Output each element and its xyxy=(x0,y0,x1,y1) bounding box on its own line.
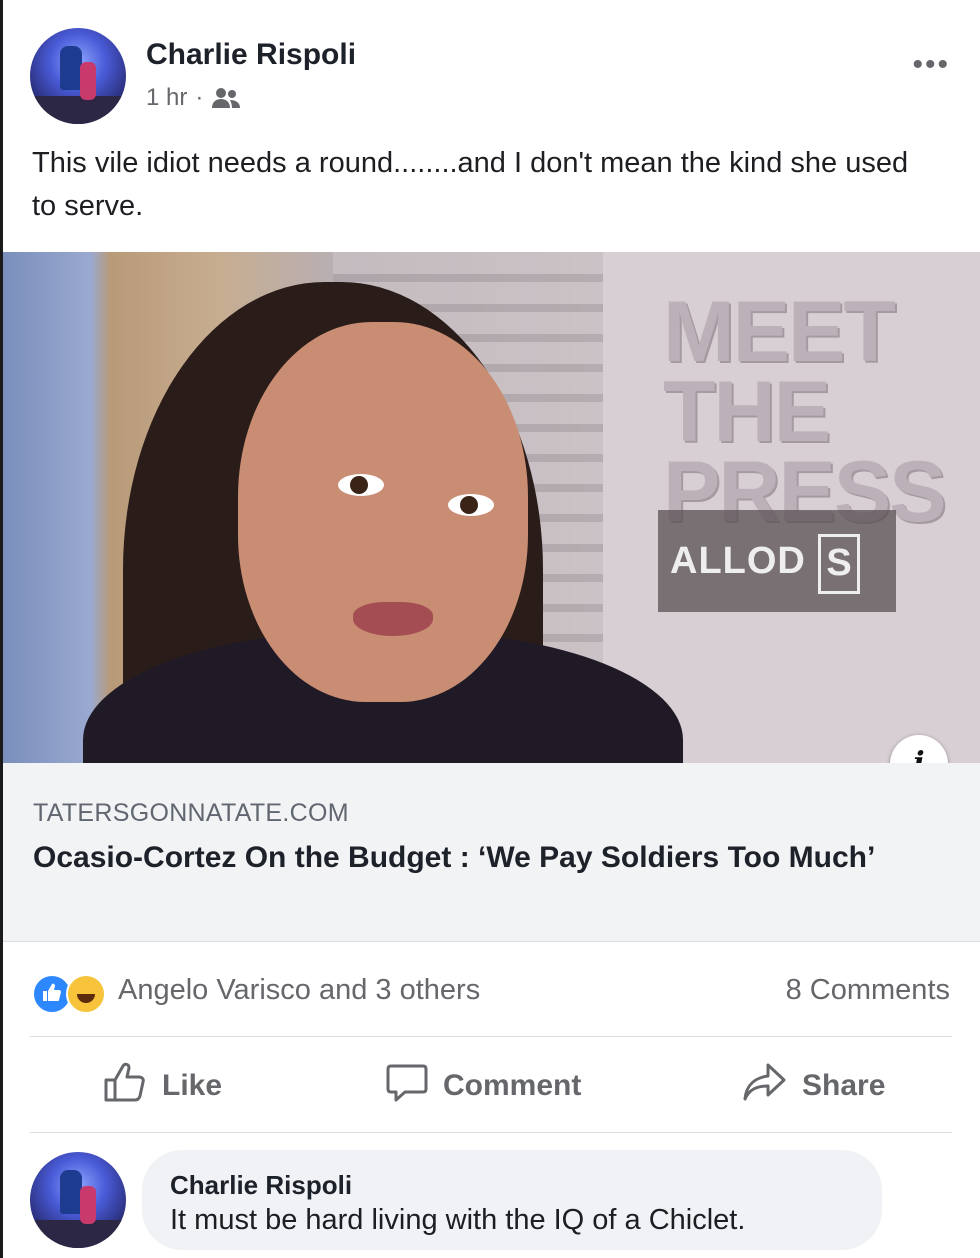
comment-label: Comment xyxy=(443,1069,582,1102)
post-image[interactable]: MEET THE PRESS ALLOD S xyxy=(3,252,980,763)
haha-reaction-icon xyxy=(66,974,106,1014)
share-label: Share xyxy=(802,1069,886,1102)
comment-count[interactable]: 8 Comments xyxy=(786,974,950,1007)
watermark-badge: ALLOD S xyxy=(658,510,896,612)
watermark-text: ALLOD xyxy=(670,540,806,582)
link-domain: TATERSGONNATATE.COM xyxy=(33,799,349,827)
author-avatar[interactable] xyxy=(30,28,126,124)
post-text: This vile idiot needs a round........and… xyxy=(32,147,909,222)
thumbs-up-icon xyxy=(102,1060,148,1112)
studio-backdrop-text: MEET THE PRESS xyxy=(663,284,947,540)
divider xyxy=(30,1132,952,1133)
reaction-names[interactable]: Angelo Varisco and 3 others xyxy=(118,974,480,1007)
comment-author[interactable]: Charlie Rispoli xyxy=(170,1170,352,1201)
post-meta: 1 hr · xyxy=(146,84,241,112)
share-button[interactable]: Share xyxy=(742,1050,885,1122)
share-arrow-icon xyxy=(742,1061,788,1111)
more-options-icon[interactable]: ••• xyxy=(912,48,950,82)
post-time[interactable]: 1 hr xyxy=(146,84,187,112)
comment-button[interactable]: Comment xyxy=(385,1050,581,1122)
like-label: Like xyxy=(162,1069,223,1102)
divider xyxy=(30,1036,952,1037)
comment-text: It must be hard living with the IQ of a … xyxy=(170,1204,746,1236)
like-button[interactable]: Like xyxy=(102,1050,222,1122)
post-header: Charlie Rispoli 1 hr · ••• xyxy=(30,28,950,128)
commenter-avatar[interactable] xyxy=(30,1152,126,1248)
reaction-icons[interactable] xyxy=(32,972,112,1014)
link-title[interactable]: Ocasio-Cortez On the Budget : ‘We Pay So… xyxy=(33,839,913,877)
meta-separator: · xyxy=(195,84,204,111)
link-preview[interactable]: TATERSGONNATATE.COM Ocasio-Cortez On the… xyxy=(3,763,980,942)
speech-bubble-icon xyxy=(385,1060,429,1112)
action-bar: Like Comment Share xyxy=(30,1050,952,1122)
author-name[interactable]: Charlie Rispoli xyxy=(146,38,356,72)
comment-bubble[interactable]: Charlie Rispoli It must be hard living w… xyxy=(142,1150,882,1250)
watermark-box: S xyxy=(818,534,860,594)
reactions-row: Angelo Varisco and 3 others 8 Comments xyxy=(32,972,950,1014)
friends-icon[interactable] xyxy=(211,87,241,109)
